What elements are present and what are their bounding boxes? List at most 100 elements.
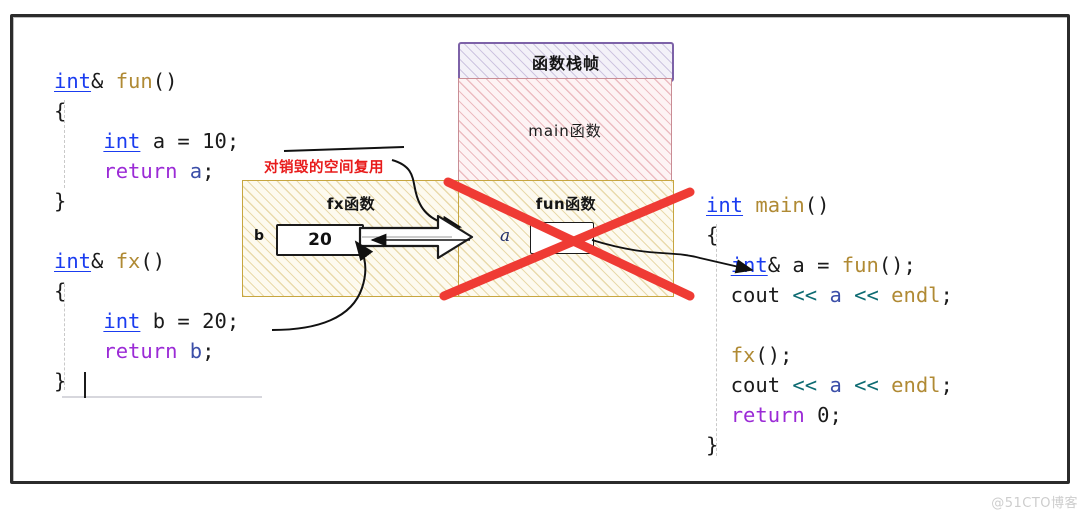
code-token: ;: [202, 159, 215, 183]
watermark-label: @51CTO博客: [991, 496, 1078, 511]
code-token: fun: [115, 69, 153, 93]
code-line: int& a = fun();: [706, 250, 953, 280]
code-token: fx: [730, 343, 756, 367]
indent-guide-main: [716, 224, 718, 456]
code-token: ;: [940, 373, 953, 397]
code-token: ();: [878, 253, 916, 277]
code-line: cout << a << endl;: [706, 370, 953, 400]
indent-guide-fun: [64, 100, 66, 188]
code-token: b =: [140, 309, 203, 333]
code-token: ();: [755, 343, 793, 367]
code-line: }: [54, 186, 239, 216]
code-token: fun: [841, 253, 879, 277]
code-token: 10: [202, 129, 227, 153]
code-token: }: [54, 189, 67, 213]
code-token: int: [730, 253, 768, 277]
code-line: [706, 310, 953, 340]
variable-cell-a: [530, 222, 594, 254]
code-token: (): [152, 69, 178, 93]
code-token: int: [54, 69, 92, 93]
code-line: {: [706, 220, 953, 250]
code-token: 0: [817, 403, 830, 427]
code-line: }: [706, 430, 953, 460]
code-line: }: [54, 366, 239, 396]
code-token: ;: [202, 339, 215, 363]
code-token: cout: [706, 373, 793, 397]
code-token: return: [103, 339, 178, 363]
code-token: ;: [226, 129, 240, 153]
code-token: (): [140, 249, 166, 273]
current-line-highlight: [62, 396, 262, 398]
code-line: int b = 20;: [54, 306, 239, 336]
code-line: int& fun(): [54, 66, 239, 96]
code-line: {: [54, 276, 239, 306]
code-token: ;: [940, 283, 953, 307]
code-token: <<: [854, 373, 879, 397]
code-token: <<: [792, 283, 818, 307]
variable-name-b: b: [254, 228, 265, 244]
stack-frame-title-label: 函数栈帧: [531, 54, 600, 73]
stack-frame-title-box: 函数栈帧: [458, 42, 674, 82]
variable-name-a: a: [500, 226, 511, 246]
fun-frame-label: fun函数: [535, 195, 597, 213]
code-token: & a =: [767, 253, 842, 277]
code-token: a =: [140, 129, 203, 153]
code-token: main: [755, 193, 805, 217]
code-line: int main(): [706, 190, 953, 220]
code-token: a: [189, 159, 203, 183]
code-token: return: [730, 403, 805, 427]
code-token: a: [829, 373, 842, 397]
code-token: int: [706, 193, 744, 217]
fx-frame-label: fx函数: [326, 195, 376, 213]
code-token: &: [91, 249, 116, 273]
code-token: (): [804, 193, 830, 217]
code-block-right[interactable]: int main(){ int& a = fun(); cout << a <<…: [706, 190, 953, 460]
main-frame-label: main函数: [528, 121, 602, 140]
code-line: cout << a << endl;: [706, 280, 953, 310]
code-token: return: [103, 159, 178, 183]
code-block-left[interactable]: int& fun(){ int a = 10; return a;} int& …: [54, 66, 239, 396]
code-token: int: [103, 309, 141, 333]
code-token: <<: [792, 373, 818, 397]
code-line: {: [54, 96, 239, 126]
code-token: ;: [226, 309, 240, 333]
code-token: 20: [202, 309, 227, 333]
code-token: cout: [706, 283, 793, 307]
code-token: int: [54, 249, 92, 273]
code-token: fx: [115, 249, 141, 273]
code-token: endl: [891, 283, 941, 307]
reuse-annotation-text: 对销毁的空间复用: [262, 156, 386, 177]
code-token: a: [829, 283, 842, 307]
main-stack-frame-box: main函数: [458, 78, 672, 182]
code-line: return b;: [54, 336, 239, 366]
code-token: ;: [829, 403, 842, 427]
code-line: return a;: [54, 156, 239, 186]
screenshot-canvas: int& fun(){ int a = 10; return a;} int& …: [0, 0, 1092, 513]
code-line: fx();: [706, 340, 953, 370]
code-token: endl: [891, 373, 941, 397]
code-token: int: [103, 129, 141, 153]
code-line: int a = 10;: [54, 126, 239, 156]
indent-guide-fx: [64, 284, 66, 390]
code-line: int& fx(): [54, 246, 239, 276]
code-line: [54, 216, 239, 246]
code-token: b: [189, 339, 203, 363]
code-token: &: [91, 69, 116, 93]
